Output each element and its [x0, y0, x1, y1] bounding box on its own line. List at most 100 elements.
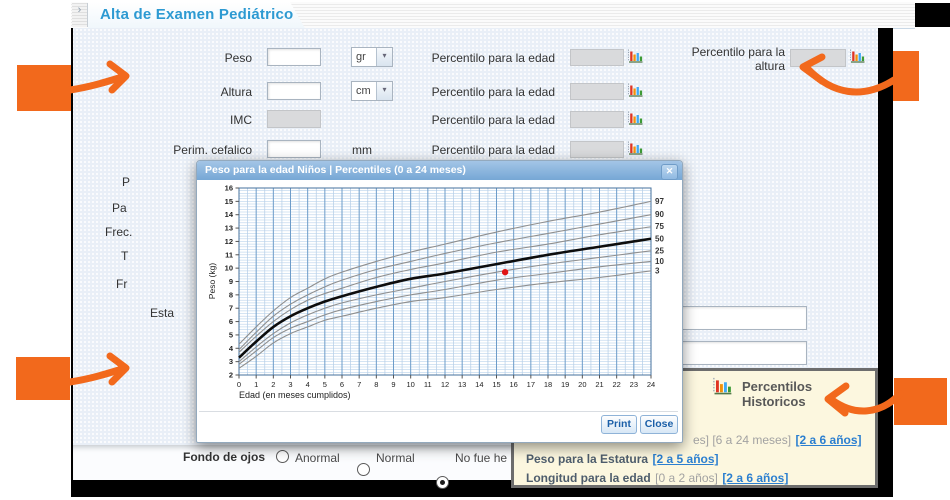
historicos-row-longitud-edad: Longitud para la edad [0 a 2 años] [2 a … [526, 469, 788, 487]
perim-cefalico-input[interactable] [267, 140, 321, 158]
page-title: Alta de Examen Pediátrico [100, 6, 293, 23]
svg-text:11: 11 [225, 250, 233, 259]
svg-text:4: 4 [306, 380, 310, 389]
svg-text:7: 7 [229, 304, 233, 313]
percentile-age-value-1 [570, 49, 624, 66]
svg-text:25: 25 [655, 246, 664, 255]
svg-text:10: 10 [406, 380, 414, 389]
peso-unit-value: gr [352, 51, 376, 63]
svg-text:1: 1 [254, 380, 258, 389]
covered-label-fragment: Frec. [105, 225, 132, 239]
svg-text:8: 8 [229, 290, 233, 299]
svg-text:13: 13 [458, 380, 466, 389]
radio-anormal-label: Anormal [295, 451, 340, 465]
annotation-arrow-top-left [66, 58, 144, 104]
chevron-down-icon: ▾ [376, 82, 392, 100]
covered-label-fragment: T [121, 249, 128, 263]
radio-normal-label: Normal [376, 451, 415, 465]
svg-text:10: 10 [655, 257, 664, 266]
screenshot-crop-artifact [915, 3, 950, 27]
historicos-range-link[interactable]: [2 a 6 años] [796, 433, 862, 447]
svg-text:22: 22 [612, 380, 620, 389]
peso-unit-select[interactable]: gr ▾ [351, 47, 393, 67]
percentile-height-label-line2: altura [687, 59, 785, 73]
svg-text:6: 6 [229, 317, 233, 326]
historicos-range-link[interactable]: [2 a 5 años] [653, 452, 719, 466]
close-button[interactable]: Close [640, 415, 678, 434]
svg-text:4: 4 [229, 344, 234, 353]
svg-text:14: 14 [475, 380, 483, 389]
annotation-block-bottom-left [16, 357, 70, 400]
svg-text:24: 24 [647, 380, 655, 389]
svg-text:13: 13 [225, 224, 233, 233]
print-button[interactable]: Print [601, 415, 637, 434]
imc-value [267, 110, 321, 128]
svg-text:16: 16 [225, 184, 233, 193]
growth-chart-modal: Peso para la edad Niños | Percentiles (0… [196, 160, 683, 443]
bar-chart-icon[interactable] [627, 140, 643, 160]
collapse-chevron-icon[interactable]: › [72, 3, 88, 27]
svg-text:2: 2 [271, 380, 275, 389]
imc-label: IMC [120, 113, 252, 127]
svg-text:15: 15 [492, 380, 500, 389]
svg-text:Edad (en meses cumplidos): Edad (en meses cumplidos) [239, 390, 351, 400]
bar-chart-icon[interactable] [627, 82, 643, 102]
historicos-range-link[interactable]: [2 a 6 años] [722, 471, 788, 485]
svg-text:2: 2 [229, 371, 233, 380]
svg-text:6: 6 [340, 380, 344, 389]
screenshot-canvas: › Alta de Examen Pediátrico Peso gr ▾ Pe… [0, 0, 950, 500]
svg-text:11: 11 [424, 380, 432, 389]
bar-chart-icon[interactable] [627, 48, 643, 68]
bar-chart-icon[interactable] [627, 110, 643, 130]
radio-normal[interactable] [357, 463, 370, 476]
radio-no-fue-hecho-label: No fue he [455, 451, 507, 465]
svg-text:7: 7 [357, 380, 361, 389]
svg-text:21: 21 [595, 380, 603, 389]
covered-label-fragment: Esta [150, 306, 174, 320]
svg-text:19: 19 [561, 380, 569, 389]
radio-anormal[interactable] [276, 450, 289, 463]
svg-text:20: 20 [578, 380, 586, 389]
percentile-age-value-3 [570, 111, 624, 128]
altura-input[interactable] [267, 82, 321, 100]
svg-text:75: 75 [655, 222, 664, 231]
perim-unit-label: mm [352, 143, 372, 157]
svg-text:3: 3 [229, 357, 233, 366]
percentile-age-value-4 [570, 141, 624, 158]
svg-text:23: 23 [630, 380, 638, 389]
altura-unit-select[interactable]: cm ▾ [351, 81, 393, 101]
svg-text:5: 5 [229, 330, 233, 339]
svg-text:Peso (kg): Peso (kg) [207, 263, 217, 300]
altura-unit-value: cm [352, 85, 376, 97]
historicos-range-muted: [0 a 2 años] [655, 471, 718, 485]
peso-input[interactable] [267, 48, 321, 66]
svg-text:97: 97 [655, 197, 664, 206]
svg-text:18: 18 [544, 380, 552, 389]
modal-title: Peso para la edad Niños | Percentiles (0… [205, 164, 466, 176]
close-icon[interactable]: ✕ [661, 164, 678, 180]
perim-cefalico-label: Perim. cefalico [120, 143, 252, 157]
svg-text:12: 12 [225, 237, 233, 246]
svg-text:3: 3 [288, 380, 292, 389]
percentile-age-label-4: Percentilo para la edad [400, 143, 555, 157]
svg-text:12: 12 [441, 380, 449, 389]
historicos-row-label: Peso para la Estatura [526, 452, 648, 466]
radio-no-fue-hecho[interactable] [436, 476, 449, 489]
svg-text:5: 5 [323, 380, 327, 389]
covered-label-fragment: P [122, 175, 130, 189]
historicos-range-muted: es] [6 a 24 meses] [693, 433, 791, 447]
svg-text:9: 9 [229, 277, 233, 286]
svg-text:8: 8 [374, 380, 378, 389]
covered-label-fragment: Fr [116, 277, 127, 291]
bar-chart-icon [712, 376, 732, 400]
svg-text:17: 17 [527, 380, 535, 389]
percentile-age-label-2: Percentilo para la edad [400, 85, 555, 99]
historicos-row-peso-estatura: Peso para la Estatura [2 a 5 años] [526, 450, 719, 468]
historicos-row-label: Longitud para la edad [526, 471, 651, 485]
svg-text:3: 3 [655, 266, 660, 275]
svg-text:15: 15 [225, 197, 233, 206]
svg-text:90: 90 [655, 210, 664, 219]
growth-chart: 9790755025103234567891011121314151601234… [205, 183, 673, 401]
annotation-arrow-top-right [788, 52, 900, 110]
covered-label-fragment: Pa [112, 201, 127, 215]
